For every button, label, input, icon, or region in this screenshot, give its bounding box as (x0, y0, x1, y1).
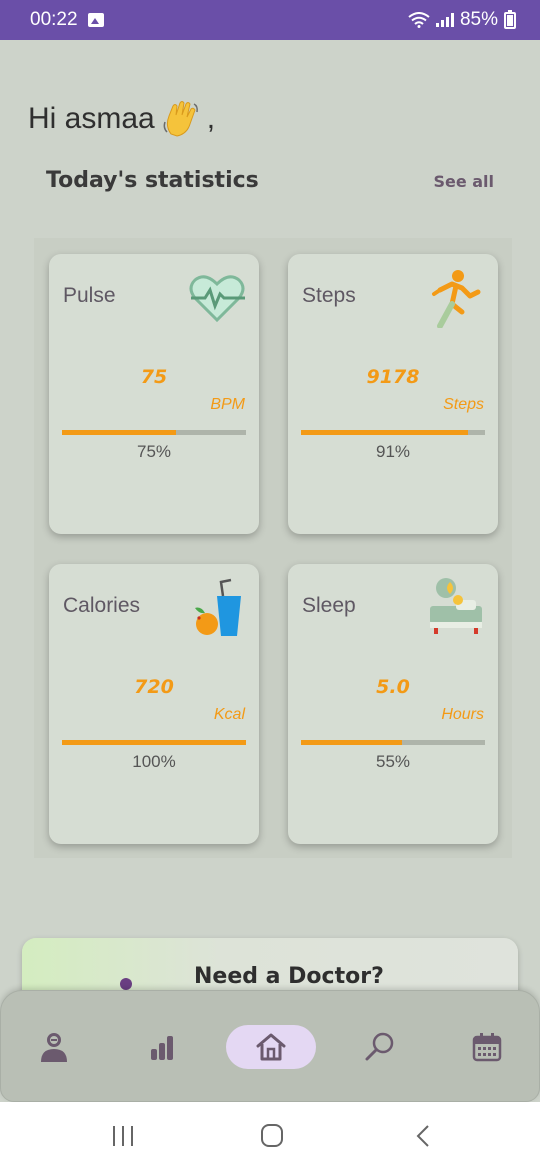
home-icon (256, 1033, 286, 1061)
card-value: 5.0 (376, 676, 410, 698)
card-unit: BPM (210, 396, 245, 413)
nav-stats[interactable] (117, 1025, 207, 1069)
see-all-link[interactable]: See all (433, 172, 494, 191)
heart-pulse-icon (189, 275, 245, 323)
gallery-notification-icon (87, 13, 104, 27)
battery-percent: 85% (459, 9, 498, 30)
progress-bar (301, 430, 485, 435)
signal-icon (435, 13, 454, 27)
calendar-icon (472, 1033, 502, 1062)
wifi-icon (408, 12, 430, 28)
home-system-button[interactable] (257, 1124, 287, 1148)
card-percent: 91% (375, 442, 411, 461)
waving-hand-icon (163, 101, 198, 137)
running-person-icon (432, 270, 481, 328)
search-icon (365, 1032, 394, 1061)
back-icon (416, 1125, 429, 1147)
progress-bar (301, 740, 485, 745)
doctor-card-title: Need a Doctor? (194, 964, 384, 989)
nav-home[interactable] (226, 1025, 316, 1069)
card-label: Calories (63, 594, 141, 617)
stats-grid: Pulse 75 BPM 75% Steps 9178 Steps 91% Ca… (34, 238, 512, 858)
card-calories[interactable]: Calories 720 Kcal 100% (49, 564, 259, 844)
status-bar: 00:22 85% (0, 0, 540, 40)
progress-bar (62, 430, 246, 435)
card-label: Pulse (63, 284, 116, 307)
bar-chart-icon (151, 1036, 173, 1060)
person-icon (41, 1033, 67, 1062)
greeting-comma: , (206, 102, 216, 135)
card-sleep[interactable]: Sleep 5.0 Hours 55% (288, 564, 498, 844)
status-time: 00:22 (30, 9, 78, 30)
greeting-text: Hi asmaa (28, 102, 155, 135)
card-unit: Steps (443, 396, 484, 413)
system-nav-bar (0, 1102, 540, 1170)
home-circle-icon (261, 1124, 283, 1147)
card-pulse[interactable]: Pulse 75 BPM 75% (49, 254, 259, 534)
nav-search[interactable] (335, 1025, 425, 1069)
doctor-illustration-icon (120, 978, 132, 990)
card-label: Sleep (302, 594, 356, 617)
section-title: Today's statistics (46, 168, 259, 193)
card-unit: Hours (441, 706, 484, 723)
juice-orange-icon (195, 578, 241, 636)
card-percent: 75% (136, 442, 172, 461)
progress-fill (62, 740, 246, 745)
nav-calendar[interactable] (442, 1025, 532, 1069)
back-button[interactable] (408, 1124, 438, 1148)
card-unit: Kcal (213, 706, 245, 723)
card-value: 720 (134, 676, 174, 698)
bottom-nav (0, 990, 540, 1102)
recent-apps-icon (113, 1126, 133, 1146)
card-percent: 100% (132, 752, 176, 771)
nav-profile[interactable] (9, 1025, 99, 1069)
bed-moon-icon (430, 578, 482, 634)
card-steps[interactable]: Steps 9178 Steps 91% (288, 254, 498, 534)
battery-icon (504, 9, 516, 29)
greeting: Hi asmaa , (28, 100, 215, 138)
progress-fill (301, 430, 469, 435)
card-value: 9178 (366, 366, 420, 388)
recent-apps-button[interactable] (108, 1124, 138, 1148)
progress-bar (62, 740, 246, 745)
card-label: Steps (302, 284, 356, 307)
progress-fill (301, 740, 403, 745)
card-value: 75 (140, 366, 168, 388)
card-percent: 55% (375, 752, 411, 771)
progress-fill (62, 430, 177, 435)
